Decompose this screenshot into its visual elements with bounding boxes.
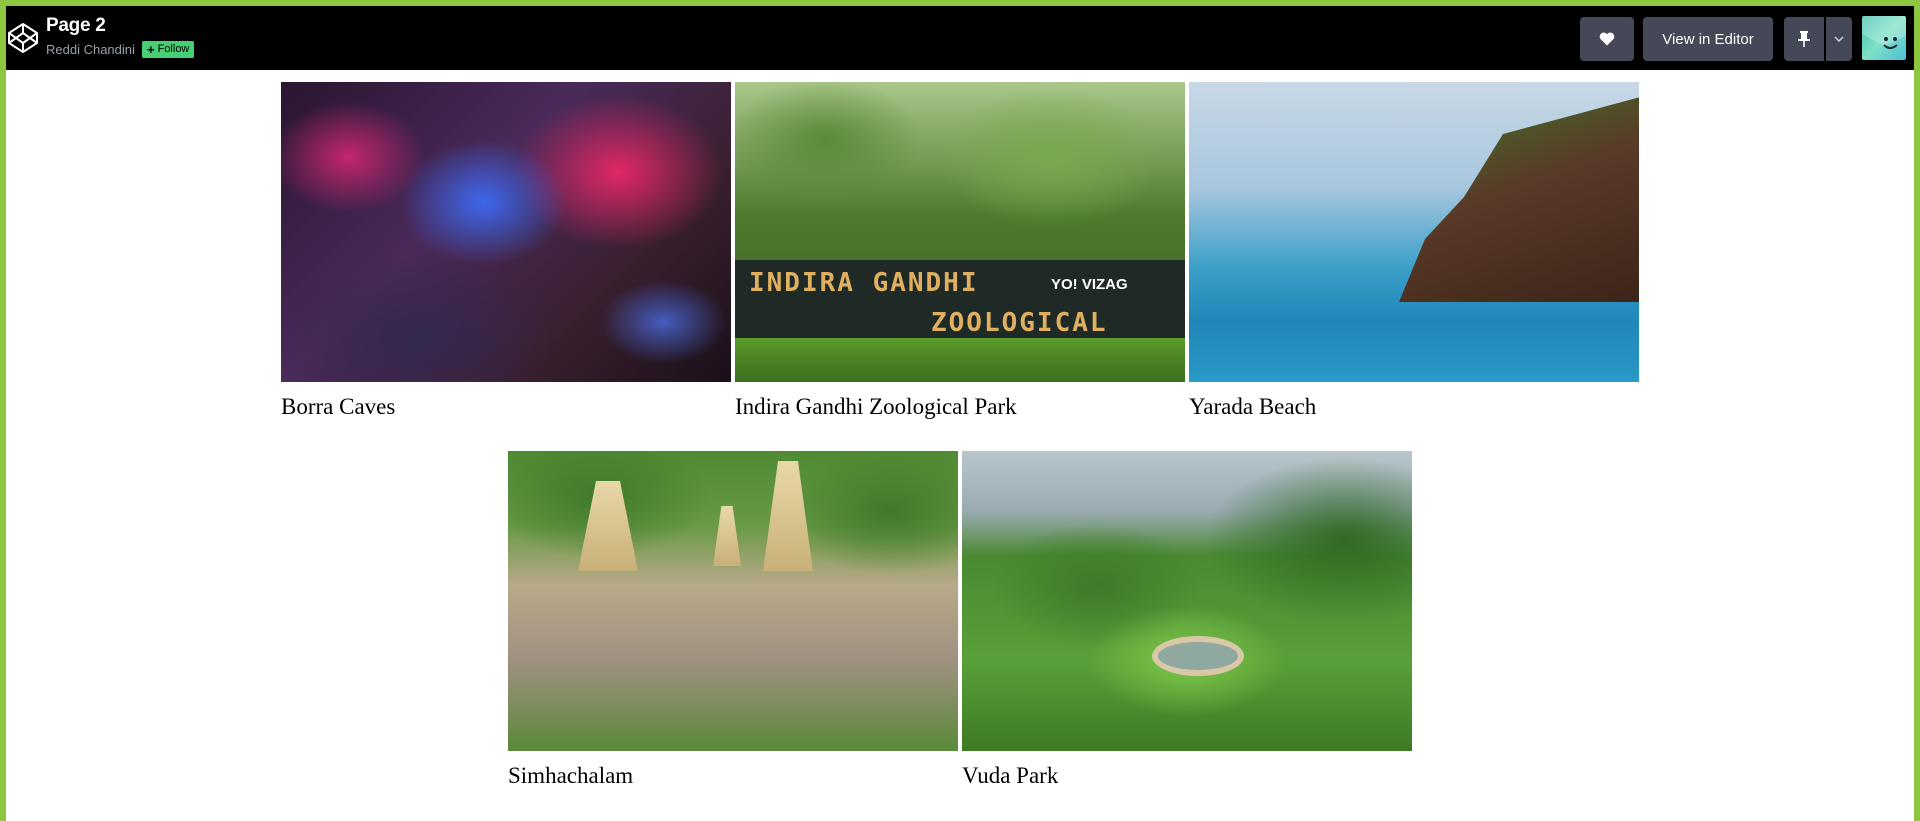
gallery-card: INDIRA GANDHI ZOOLOGICAL PARK YO! VIZAG …: [735, 82, 1185, 420]
gallery-card: Vuda Park: [962, 451, 1412, 789]
chevron-down-icon: [1834, 36, 1844, 42]
author-link[interactable]: Reddi Chandini: [46, 42, 135, 57]
temple-tower: [763, 461, 813, 571]
temple-tower: [578, 481, 638, 571]
gallery-card: Simhachalam: [508, 451, 958, 789]
card-caption: Indira Gandhi Zoological Park: [735, 394, 1017, 419]
card-caption: Vuda Park: [962, 763, 1059, 788]
plus-icon: +: [147, 42, 155, 57]
user-avatar[interactable]: [1862, 16, 1906, 60]
card-caption: Yarada Beach: [1189, 394, 1317, 419]
fountain-pond: [1152, 636, 1244, 676]
card-caption: Simhachalam: [508, 763, 634, 788]
follow-button[interactable]: + Follow: [142, 41, 195, 58]
gallery-card: Borra Caves: [281, 82, 731, 420]
heart-button[interactable]: [1580, 17, 1634, 61]
heart-icon: [1599, 32, 1615, 46]
codepen-logo-icon[interactable]: [6, 20, 40, 56]
pin-button[interactable]: [1784, 17, 1824, 61]
sign-line-1: INDIRA GANDHI: [749, 268, 979, 298]
page-title: Page 2: [46, 15, 106, 36]
hedge: [735, 338, 1185, 382]
page-frame: Page 2 Reddi Chandini + Follow View in E…: [6, 6, 1914, 821]
pin-icon: [1798, 31, 1810, 47]
cliff-shape: [1399, 92, 1639, 302]
follow-label: Follow: [157, 43, 190, 55]
top-bar: Page 2 Reddi Chandini + Follow View in E…: [6, 6, 1914, 70]
smiley-face-icon: [1862, 16, 1906, 49]
simhachalam-image: [508, 451, 958, 751]
vuda-park-image: [962, 451, 1412, 751]
borra-caves-image: [281, 82, 731, 382]
temple-tower: [713, 506, 741, 566]
view-in-editor-button[interactable]: View in Editor: [1643, 17, 1773, 61]
pin-menu-button[interactable]: [1826, 17, 1852, 61]
gallery-card: Yarada Beach: [1189, 82, 1639, 420]
sign-logo: YO! VIZAG: [1051, 276, 1128, 293]
zoo-park-image: INDIRA GANDHI ZOOLOGICAL PARK YO! VIZAG: [735, 82, 1185, 382]
card-caption: Borra Caves: [281, 394, 396, 419]
yarada-beach-image: [1189, 82, 1639, 382]
